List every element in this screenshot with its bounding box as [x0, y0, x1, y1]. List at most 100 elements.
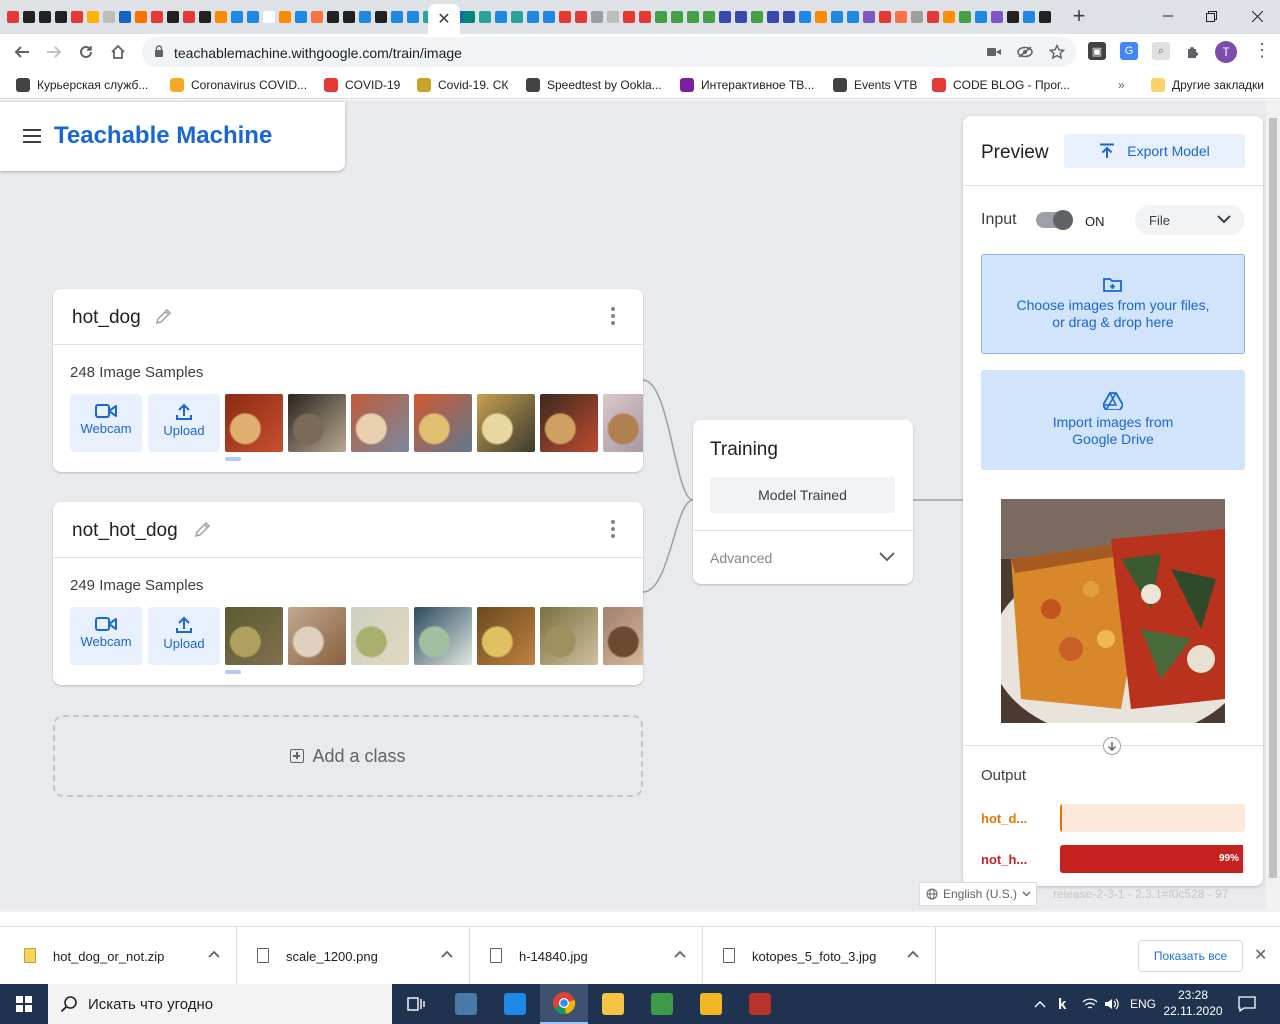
wifi-icon[interactable] [1082, 984, 1098, 1024]
file-drop-zone[interactable]: Choose images from your files, or drag &… [981, 254, 1245, 354]
chevron-up-icon[interactable] [208, 950, 220, 958]
browser-tab[interactable] [590, 6, 604, 28]
browser-menu-icon[interactable]: ⋮ [1252, 40, 1272, 64]
keyboard-app-tray-icon[interactable]: k [1058, 984, 1066, 1024]
browser-tab[interactable] [606, 6, 620, 28]
bookmark-item[interactable]: Covid-19. СК [417, 76, 508, 94]
chevron-up-icon[interactable] [674, 950, 686, 958]
language-select[interactable]: English (U.S.) [919, 882, 1037, 906]
address-bar[interactable]: teachablemachine.withgoogle.com/train/im… [142, 37, 1076, 67]
browser-tab[interactable] [766, 6, 780, 28]
bookmark-item[interactable]: CODE BLOG - Прог... [932, 76, 1070, 94]
forward-button[interactable] [40, 38, 68, 66]
browser-tab[interactable] [6, 6, 20, 28]
restore-button[interactable] [1188, 0, 1234, 32]
system-clock[interactable]: 23:28 22.11.2020 [1160, 987, 1226, 1019]
browser-tab[interactable] [734, 6, 748, 28]
browser-tab[interactable] [86, 6, 100, 28]
minimize-button[interactable] [1145, 0, 1191, 32]
browser-tab[interactable] [262, 6, 276, 28]
sample-thumbnail[interactable] [477, 607, 535, 665]
webcam-button[interactable]: Webcam [70, 607, 142, 665]
browser-tab[interactable] [574, 6, 588, 28]
thumbnail-scrollbar[interactable] [225, 670, 241, 674]
app-icon-red[interactable] [736, 984, 784, 1024]
sample-thumbnail[interactable] [288, 394, 346, 452]
eye-off-icon[interactable] [1017, 44, 1033, 60]
browser-tab[interactable] [558, 6, 572, 28]
browser-tab[interactable] [182, 6, 196, 28]
taskbar-search-input[interactable]: Искать что угодно [48, 984, 392, 1024]
browser-tab[interactable] [150, 6, 164, 28]
class-name[interactable]: not_hot_dog [72, 520, 178, 542]
browser-tab[interactable] [102, 6, 116, 28]
browser-tab[interactable] [814, 6, 828, 28]
class-options-icon[interactable] [605, 307, 621, 327]
edit-pencil-icon[interactable] [193, 519, 213, 539]
upload-button[interactable]: Upload [148, 394, 220, 452]
active-tab-close-button[interactable]: ✕ [428, 4, 460, 34]
chrome-app-icon[interactable] [540, 984, 588, 1024]
browser-tab[interactable] [54, 6, 68, 28]
browser-tab[interactable] [526, 6, 540, 28]
browser-tab[interactable] [894, 6, 908, 28]
browser-tab[interactable] [342, 6, 356, 28]
sample-thumbnail[interactable] [351, 607, 409, 665]
new-tab-button[interactable]: + [1068, 4, 1090, 30]
browser-tab[interactable] [462, 6, 476, 28]
volume-icon[interactable] [1104, 984, 1120, 1024]
file-explorer-icon[interactable] [589, 984, 637, 1024]
browser-tab[interactable] [230, 6, 244, 28]
browser-tab[interactable] [494, 6, 508, 28]
browser-tab[interactable] [246, 6, 260, 28]
browser-tab[interactable] [654, 6, 668, 28]
browser-tab[interactable] [294, 6, 308, 28]
browser-tab[interactable] [638, 6, 652, 28]
input-language[interactable]: ENG [1130, 984, 1156, 1024]
sample-thumbnail[interactable] [288, 607, 346, 665]
browser-tab[interactable] [670, 6, 684, 28]
download-item[interactable]: hot_dog_or_not.zip [4, 927, 237, 985]
home-button[interactable] [104, 38, 132, 66]
advanced-toggle[interactable]: Advanced [710, 550, 772, 566]
class-options-icon[interactable] [605, 520, 621, 540]
google-drive-import[interactable]: Import images from Google Drive [981, 370, 1245, 470]
browser-tab[interactable] [1006, 6, 1020, 28]
download-item[interactable]: scale_1200.png [237, 927, 470, 985]
bookmark-item[interactable]: Speedtest by Ookla... [526, 76, 662, 94]
browser-tab[interactable] [358, 6, 372, 28]
download-item[interactable]: kotopes_5_foto_3.jpg [703, 927, 936, 985]
browser-tab[interactable] [510, 6, 524, 28]
browser-tab[interactable] [974, 6, 988, 28]
bookmark-item[interactable]: Events VTB [833, 76, 917, 94]
bookmark-item[interactable]: COVID-19 [324, 76, 400, 94]
camera-icon[interactable] [986, 44, 1002, 60]
browser-tab[interactable] [310, 6, 324, 28]
browser-tab[interactable] [718, 6, 732, 28]
browser-tab[interactable] [406, 6, 420, 28]
browser-tab[interactable] [958, 6, 972, 28]
bookmark-star-icon[interactable] [1049, 44, 1065, 60]
translate-extension-icon[interactable]: G [1120, 42, 1138, 60]
menu-icon[interactable] [23, 129, 41, 143]
input-source-select[interactable]: File [1135, 205, 1245, 235]
edit-pencil-icon[interactable] [154, 306, 174, 326]
browser-tab[interactable] [878, 6, 892, 28]
start-button[interactable] [0, 984, 48, 1024]
browser-tab[interactable] [70, 6, 84, 28]
browser-tab[interactable] [214, 6, 228, 28]
bookmark-item[interactable]: Coronavirus COVID... [170, 76, 307, 94]
add-class-button[interactable]: Add a class [53, 715, 643, 797]
sample-thumbnail[interactable] [603, 607, 643, 665]
browser-tab[interactable] [686, 6, 700, 28]
chevron-up-icon[interactable] [441, 950, 453, 958]
search-extension-icon[interactable]: ⌕ [1152, 42, 1170, 60]
thumbnail-scrollbar[interactable] [225, 457, 241, 461]
browser-tab[interactable] [134, 6, 148, 28]
bookmark-item[interactable]: Интерактивное ТВ... [680, 76, 814, 94]
browser-tab[interactable] [862, 6, 876, 28]
bookmarks-overflow-icon[interactable]: » [1118, 76, 1125, 94]
export-model-button[interactable]: Export Model [1064, 134, 1245, 168]
sample-thumbnail[interactable] [540, 607, 598, 665]
horizontal-scrollbar[interactable] [0, 910, 1266, 912]
